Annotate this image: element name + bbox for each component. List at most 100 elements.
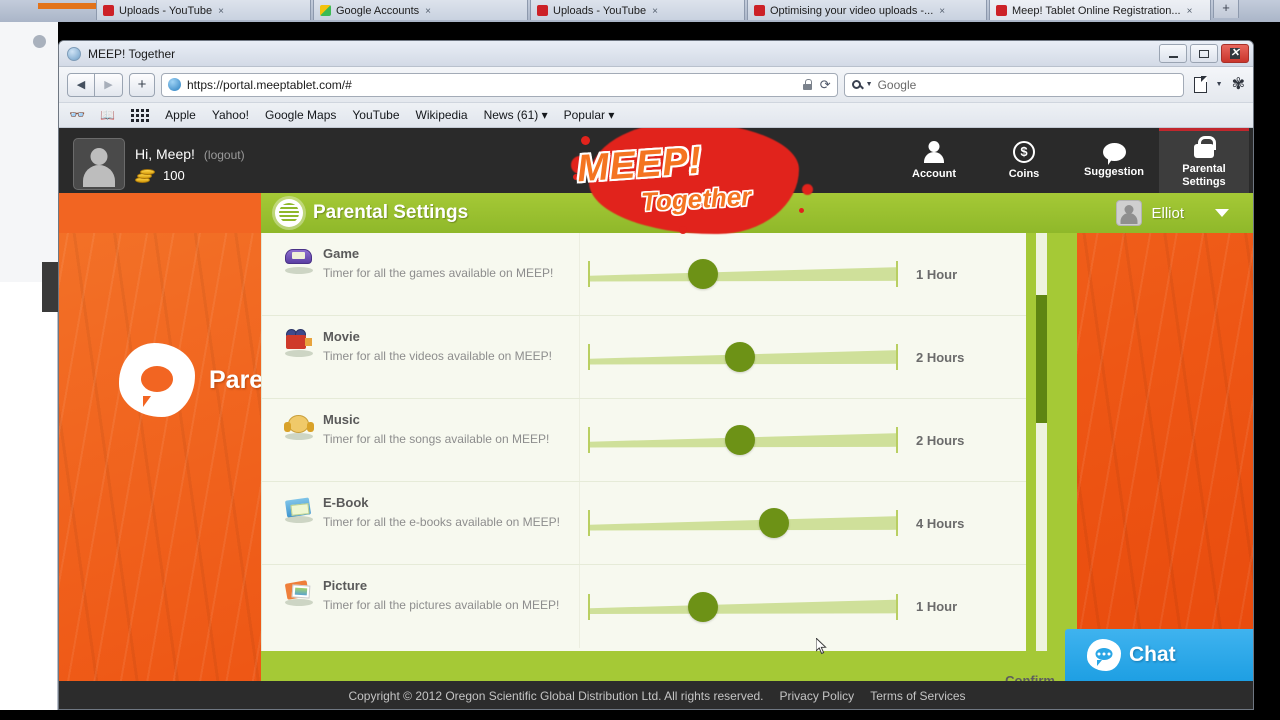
maximize-button[interactable]	[1190, 44, 1218, 63]
nav-label: Coins	[1008, 167, 1040, 180]
nav-item-suggestion[interactable]: Suggestion	[1069, 128, 1159, 193]
bookmark-popular-label: Popular	[563, 108, 605, 122]
greeting-row: Hi, Meep! (logout)	[135, 138, 245, 162]
scrollbar-thumb[interactable]	[1036, 295, 1047, 423]
browser-tab[interactable]: Uploads - YouTube ×	[96, 0, 311, 20]
browser-tab[interactable]: Optimising your video uploads -... ×	[747, 0, 987, 20]
close-icon[interactable]: ×	[1187, 6, 1193, 17]
bookmark-google-maps[interactable]: Google Maps	[265, 108, 336, 122]
settings-row: E-Book Timer for all the e-books availab…	[262, 482, 1026, 565]
settings-row: Game Timer for all the games available o…	[262, 233, 1026, 316]
toolbar-icons: ▼ ✾	[1190, 76, 1245, 93]
chat-widget[interactable]: Chat	[1065, 629, 1253, 681]
search-icon	[851, 80, 861, 89]
terms-link[interactable]: Terms of Services	[870, 689, 965, 703]
music-icon	[284, 412, 314, 440]
nav-label-line1: Parental	[1182, 163, 1226, 176]
slider-value: 4 Hours	[916, 515, 965, 531]
user-box: Hi, Meep! (logout) 100	[73, 138, 245, 190]
new-tab-button[interactable]: +	[1213, 0, 1239, 18]
timer-slider[interactable]	[588, 590, 898, 624]
chevron-down-icon[interactable]: ▼	[866, 81, 873, 88]
chevron-down-icon[interactable]: ▼	[1216, 81, 1223, 88]
forward-button[interactable]: ▶	[95, 72, 123, 97]
page-icon[interactable]	[1193, 76, 1208, 93]
back-button[interactable]: ◀	[67, 72, 95, 97]
bookmark-wikipedia[interactable]: Wikipedia	[416, 108, 468, 122]
picture-icon	[284, 578, 314, 606]
row-control: 2 Hours	[580, 399, 1026, 481]
settings-panel: Game Timer for all the games available o…	[261, 233, 1026, 651]
nav-item-coins[interactable]: $ Coins	[979, 128, 1069, 193]
bookmark-popular[interactable]: Popular ▾	[564, 108, 615, 122]
row-control: 4 Hours	[580, 482, 1026, 564]
app-nav: Account $ Coins Suggestion Parental Sett…	[889, 128, 1249, 193]
gutter-panel	[0, 22, 58, 282]
row-info: Music Timer for all the songs available …	[262, 399, 580, 481]
child-profile-selector[interactable]: Elliot	[1116, 200, 1253, 226]
new-tab-toolbar-button[interactable]: +	[129, 72, 155, 97]
bookmark-yahoo[interactable]: Yahoo!	[212, 108, 249, 122]
coins-row: 100	[135, 168, 245, 183]
tab-label: Uploads - YouTube	[119, 5, 213, 17]
row-description: Timer for all the games available on MEE…	[323, 266, 554, 280]
row-title: Game	[323, 246, 360, 261]
nav-label: Account	[912, 167, 956, 180]
timer-slider[interactable]	[588, 257, 898, 291]
chevron-down-icon[interactable]	[1215, 209, 1229, 217]
reading-glasses-icon[interactable]: 👓	[69, 107, 85, 123]
slider-knob[interactable]	[687, 591, 718, 622]
globe-splat-icon	[275, 199, 303, 227]
timer-slider[interactable]	[588, 506, 898, 540]
browser-tab[interactable]: Google Accounts ×	[313, 0, 528, 20]
avatar[interactable]	[73, 138, 125, 190]
page-footer: Copyright © 2012 Oregon Scientific Globa…	[59, 681, 1253, 709]
settings-row: Movie Timer for all the videos available…	[262, 316, 1026, 399]
slider-knob[interactable]	[724, 425, 755, 455]
nav-item-account[interactable]: Account	[889, 128, 979, 193]
close-icon[interactable]: ×	[425, 6, 431, 17]
slider-value: 1 Hour	[916, 266, 958, 282]
minimize-button[interactable]	[1159, 44, 1187, 63]
search-input[interactable]: ▼ Google	[843, 72, 1184, 97]
logout-link[interactable]: (logout)	[204, 148, 245, 162]
bookmark-youtube[interactable]: YouTube	[352, 108, 399, 122]
timer-slider[interactable]	[588, 423, 898, 457]
close-icon[interactable]: ×	[939, 6, 945, 17]
tab-strip-edge	[38, 3, 96, 9]
bookmarks-bar: 👓 📖 Apple Yahoo! Google Maps YouTube Wik…	[59, 103, 1253, 128]
address-bar[interactable]: https://portal.meeptablet.com/# ⟳	[161, 72, 838, 97]
slider-knob[interactable]	[759, 508, 789, 538]
chevron-down-icon: ▾	[541, 108, 548, 122]
tab-label: Optimising your video uploads -...	[770, 5, 934, 17]
slider-knob[interactable]	[687, 259, 718, 289]
apps-grid-icon[interactable]	[131, 108, 150, 122]
browser-tab[interactable]: Uploads - YouTube ×	[530, 0, 745, 20]
row-title: Music	[323, 412, 360, 427]
gear-icon[interactable]: ✾	[1232, 76, 1245, 93]
panel-gutter-right	[1047, 233, 1077, 651]
reload-icon[interactable]: ⟳	[820, 77, 831, 93]
search-placeholder: Google	[877, 77, 917, 92]
row-description: Timer for all the e-books available on M…	[323, 515, 560, 529]
row-title: E-Book	[323, 495, 369, 510]
privacy-policy-link[interactable]: Privacy Policy	[780, 689, 855, 703]
row-title: Picture	[323, 578, 368, 593]
slider-knob[interactable]	[724, 342, 755, 372]
timer-slider[interactable]	[588, 340, 898, 374]
confirm-bar: Confirm	[261, 651, 1077, 688]
bookmark-news[interactable]: News (61) ▾	[484, 108, 548, 122]
close-button[interactable]: ✕	[1221, 44, 1249, 63]
bookmark-apple[interactable]: Apple	[165, 108, 196, 122]
panel-scrollbar[interactable]	[1036, 233, 1047, 651]
row-control: 2 Hours	[580, 316, 1026, 398]
browser-tab-active[interactable]: Meep! Tablet Online Registration... ×	[989, 0, 1211, 20]
nav-item-parental-settings[interactable]: Parental Settings	[1159, 128, 1249, 193]
page-title-group: Parental Settings	[261, 199, 468, 227]
book-icon[interactable]: 📖	[100, 108, 115, 122]
close-icon[interactable]: ×	[652, 6, 658, 17]
close-icon[interactable]: ×	[218, 6, 224, 17]
settings-row: Music Timer for all the songs available …	[262, 399, 1026, 482]
ebook-icon	[284, 495, 314, 523]
browser-toolbar: ◀ ▶ + https://portal.meeptablet.com/# ⟳ …	[59, 67, 1253, 103]
